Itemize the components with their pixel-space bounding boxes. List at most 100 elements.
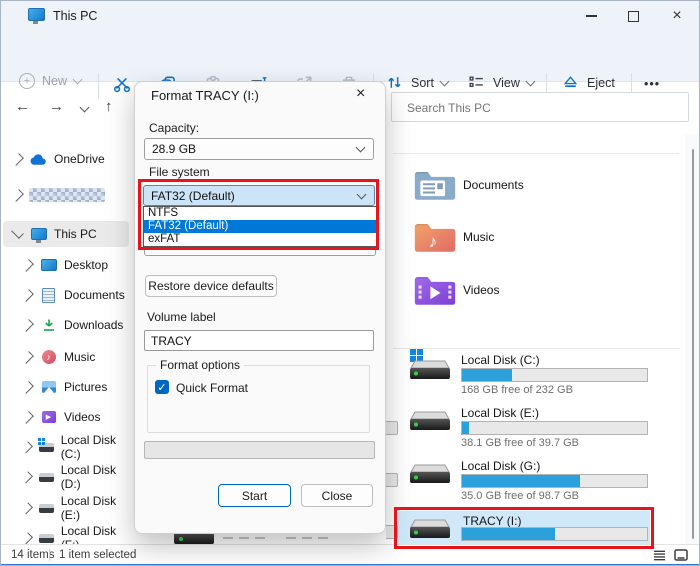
up-button[interactable]: ↑ — [105, 98, 113, 115]
sidebar-item-local-disk-d[interactable]: Local Disk (D:) — [3, 464, 129, 490]
maximize-button[interactable] — [617, 2, 649, 30]
sidebar-item-downloads[interactable]: Downloads — [3, 312, 129, 338]
drive-item-g[interactable] — [407, 457, 453, 492]
volume-label-input[interactable]: TRACY — [144, 330, 374, 351]
chevron-right-icon — [21, 532, 33, 544]
quick-format-checkbox[interactable]: ✓ — [155, 380, 169, 394]
eject-button[interactable]: Eject — [561, 73, 615, 92]
sidebar-item-music[interactable]: ♪ Music — [3, 344, 129, 370]
volume-label: Volume label — [147, 310, 216, 324]
forward-button[interactable]: → — [49, 98, 64, 115]
chevron-right-icon — [11, 153, 24, 166]
list-view-icon — [652, 549, 667, 562]
close-format-button[interactable]: Close — [301, 484, 373, 507]
folder-label[interactable]: Videos — [463, 283, 499, 297]
more-options-button[interactable]: ••• — [644, 77, 660, 91]
drive-name[interactable]: Local Disk (E:) — [461, 406, 539, 420]
drive-usage-fill — [462, 369, 512, 381]
chevron-right-icon — [21, 351, 34, 364]
view-button-label: View — [493, 76, 520, 90]
sidebar-item-local-disk-c[interactable]: Local Disk (C:) — [3, 434, 129, 460]
check-icon: ✓ — [157, 381, 166, 394]
folder-videos[interactable] — [413, 273, 457, 314]
sidebar-item-this-pc[interactable]: This PC — [3, 221, 129, 247]
maximize-icon — [628, 11, 639, 22]
drive-name[interactable]: TRACY (I:) — [463, 514, 521, 528]
drive-item-c[interactable] — [407, 349, 453, 388]
drive-usage-bar — [461, 421, 648, 435]
view-button[interactable]: View — [467, 73, 534, 92]
drive-free-space: 168 GB free of 232 GB — [461, 384, 573, 396]
option-fat32-selected[interactable]: FAT32 (Default) — [144, 220, 376, 233]
dialog-close-icon[interactable]: × — [356, 85, 365, 103]
sidebar-item-label: Pictures — [64, 380, 107, 394]
close-button[interactable]: × — [661, 2, 693, 30]
drive-name[interactable]: Local Disk (C:) — [461, 353, 540, 367]
chevron-down-icon — [73, 75, 83, 85]
capacity-dropdown[interactable]: 28.9 GB — [144, 138, 374, 160]
onedrive-cloud-icon — [30, 151, 47, 167]
desktop-icon — [40, 257, 57, 273]
sidebar-item-desktop[interactable]: Desktop — [3, 252, 129, 278]
chevron-right-icon — [11, 189, 24, 202]
minimize-button[interactable] — [575, 2, 607, 30]
folder-label[interactable]: Music — [463, 230, 494, 244]
restore-defaults-button[interactable]: Restore device defaults — [145, 275, 277, 297]
sidebar-item-videos[interactable]: ▶ Videos — [3, 404, 129, 430]
search-input[interactable] — [405, 93, 675, 123]
usb-drive-icon — [407, 512, 453, 542]
new-button-label: New — [42, 74, 67, 88]
hidden-drive-icon-fragment — [174, 533, 214, 544]
option-ntfs[interactable]: NTFS — [144, 207, 376, 220]
this-pc-icon — [28, 8, 45, 21]
sidebar-item-onedrive[interactable]: OneDrive — [3, 146, 129, 172]
drive-item-tracy[interactable] — [407, 512, 453, 547]
folder-music[interactable]: ♪ — [413, 220, 457, 261]
sidebar-item-pictures[interactable]: Pictures — [3, 374, 129, 400]
format-progress-bar — [144, 441, 375, 459]
option-exfat[interactable]: exFAT — [144, 233, 376, 246]
back-button[interactable]: ← — [15, 98, 30, 115]
hidden-text-fragment — [318, 537, 328, 539]
drive-free-space: 35.0 GB free of 98.7 GB — [461, 490, 579, 502]
chevron-right-icon — [21, 441, 33, 453]
svg-text:♪: ♪ — [429, 231, 438, 251]
sidebar-item-local-disk-e[interactable]: Local Disk (E:) — [3, 495, 129, 521]
hidden-text-fragment — [255, 537, 265, 539]
recent-locations-chevron-icon[interactable] — [80, 103, 90, 113]
sidebar-item-redacted[interactable] — [3, 182, 129, 208]
documents-folder-icon — [413, 168, 457, 204]
sidebar-item-documents[interactable]: Documents — [3, 282, 129, 308]
document-icon — [40, 287, 57, 303]
drive-icon — [39, 500, 54, 516]
new-button[interactable]: + New — [19, 73, 81, 89]
search-box[interactable] — [391, 92, 689, 122]
sidebar-item-label: This PC — [54, 227, 97, 241]
scrollbar-thumb[interactable] — [692, 149, 694, 539]
redacted-pixelated-block — [29, 188, 105, 202]
folder-documents[interactable] — [413, 168, 457, 209]
sort-button-label: Sort — [411, 76, 434, 90]
status-divider — [49, 549, 50, 561]
start-button[interactable]: Start — [218, 484, 291, 507]
close-button-label: Close — [322, 489, 353, 503]
cut-icon — [112, 74, 132, 94]
chevron-right-icon — [21, 319, 34, 332]
thumbnail-view-icon — [673, 548, 689, 562]
cut-button[interactable] — [112, 74, 132, 99]
eject-icon — [561, 73, 580, 92]
eject-button-label: Eject — [587, 76, 615, 90]
drive-item-e[interactable] — [407, 404, 453, 439]
sort-button[interactable]: Sort — [385, 73, 448, 92]
download-icon — [40, 317, 57, 333]
music-icon: ♪ — [40, 349, 57, 365]
sort-icon — [385, 73, 404, 92]
group-divider — [393, 153, 679, 154]
folder-label[interactable]: Documents — [463, 178, 524, 192]
chevron-down-icon — [11, 226, 24, 239]
music-folder-icon: ♪ — [413, 220, 457, 256]
drive-name[interactable]: Local Disk (G:) — [461, 459, 540, 473]
titlebar: This PC × — [1, 1, 699, 31]
volume-label-value: TRACY — [151, 334, 192, 348]
file-system-dropdown[interactable]: FAT32 (Default) — [143, 185, 375, 206]
